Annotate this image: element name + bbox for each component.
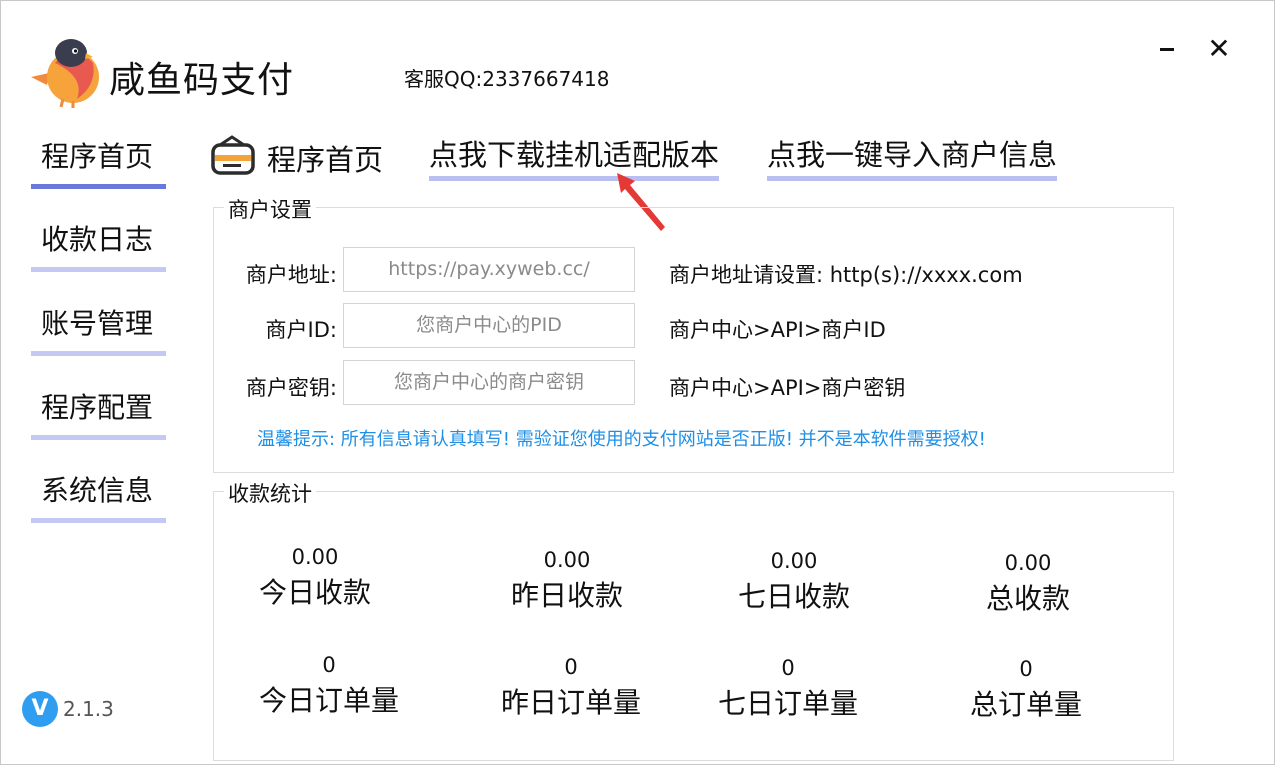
stat-value: 0.00 [543, 548, 591, 572]
minimize-icon[interactable] [1157, 37, 1181, 61]
link-underline [767, 176, 1058, 181]
stat-yesterday-amount: 0.00 昨日收款 [477, 548, 657, 614]
stat-value: 0 [781, 656, 795, 680]
sidebar-item-accounts[interactable]: 账号管理 [31, 302, 166, 356]
nav-underline [31, 267, 166, 272]
stat-today-amount: 0.00 今日收款 [225, 545, 405, 611]
stat-yesterday-orders: 0 昨日订单量 [481, 655, 661, 721]
merchant-url-hint: 商户地址请设置: http(s)://xxxx.com [669, 263, 1023, 287]
app-title: 咸鱼码支付 [109, 60, 295, 101]
link-underline [429, 176, 720, 181]
sidebar-item-label: 程序首页 [41, 140, 154, 173]
stat-label: 总收款 [985, 582, 1070, 615]
download-link-label: 点我下载挂机适配版本 [429, 138, 720, 172]
stat-value: 0.00 [1004, 551, 1052, 575]
nav-underline [31, 351, 166, 356]
import-link-label: 点我一键导入商户信息 [767, 138, 1058, 172]
sidebar-item-home[interactable]: 程序首页 [31, 135, 166, 189]
stat-label: 今日收款 [258, 576, 371, 609]
active-indicator [31, 184, 166, 189]
stat-today-orders: 0 今日订单量 [239, 653, 419, 719]
bird-logo-icon [31, 39, 99, 108]
close-icon[interactable]: ✕ [1205, 35, 1233, 63]
sidebar-item-payment-log[interactable]: 收款日志 [31, 218, 166, 272]
stat-value: 0.00 [770, 549, 818, 573]
version-icon: V [22, 691, 58, 727]
customer-service-contact: 客服QQ:2337667418 [404, 67, 610, 91]
group-title: 收款统计 [224, 478, 316, 508]
warm-tip-text: 温馨提示: 所有信息请认真填写! 需验证您使用的支付网站是否正版! 并不是本软件… [257, 429, 986, 450]
merchant-id-input[interactable]: 您商户中心的PID [343, 303, 635, 348]
stat-label: 今日订单量 [258, 684, 399, 717]
group-title: 商户设置 [224, 194, 316, 224]
version-text: 2.1.3 [63, 697, 114, 721]
stat-total-amount: 0.00 总收款 [938, 551, 1118, 617]
stat-label: 七日收款 [737, 580, 850, 613]
merchant-url-label: 商户地址: [245, 263, 337, 287]
app-window: 咸鱼码支付 客服QQ:2337667418 ✕ 程序首页 收款日志 账号管理 程… [0, 0, 1275, 765]
merchant-id-label: 商户ID: [265, 318, 337, 342]
stat-label: 七日订单量 [717, 687, 858, 720]
stat-label: 总订单量 [969, 688, 1082, 721]
stat-value: 0 [322, 653, 336, 677]
stat-seven-day-amount: 0.00 七日收款 [704, 549, 884, 615]
download-link[interactable]: 点我下载挂机适配版本 [429, 135, 720, 181]
stat-label: 昨日收款 [510, 579, 623, 612]
merchant-key-hint: 商户中心>API>商户密钥 [669, 376, 906, 400]
stat-value: 0 [1019, 657, 1033, 681]
sidebar-item-config[interactable]: 程序配置 [31, 386, 166, 440]
sidebar-item-system-info[interactable]: 系统信息 [31, 469, 166, 523]
nav-underline [31, 435, 166, 440]
merchant-key-input[interactable]: 您商户中心的商户密钥 [343, 360, 635, 405]
merchant-key-label: 商户密钥: [245, 376, 337, 400]
sidebar-item-label: 系统信息 [41, 474, 154, 507]
stat-value: 0 [564, 655, 578, 679]
sidebar-item-label: 账号管理 [41, 307, 154, 340]
nav-underline [31, 518, 166, 523]
stat-label: 昨日订单量 [500, 686, 641, 719]
sidebar-item-label: 程序配置 [41, 391, 154, 424]
merchant-id-hint: 商户中心>API>商户ID [669, 318, 886, 342]
sidebar-item-label: 收款日志 [41, 223, 154, 256]
stat-value: 0.00 [291, 545, 339, 569]
stat-seven-day-orders: 0 七日订单量 [698, 656, 878, 722]
page-title: 程序首页 [267, 143, 384, 177]
merchant-url-input[interactable]: https://pay.xyweb.cc/ [343, 247, 635, 292]
stat-total-orders: 0 总订单量 [936, 657, 1116, 723]
import-merchant-link[interactable]: 点我一键导入商户信息 [767, 135, 1058, 181]
wallet-icon [211, 135, 255, 175]
